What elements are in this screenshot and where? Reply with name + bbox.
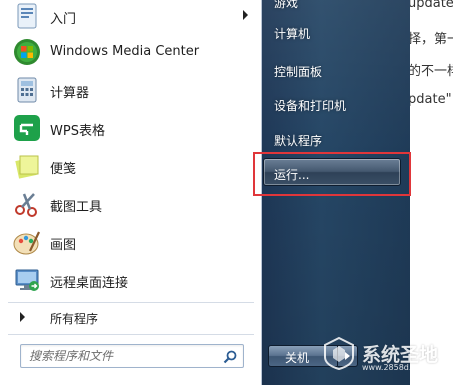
program-item-remote-desktop[interactable]: 远程桌面连接 — [4, 262, 256, 298]
wps-spreadsheet-icon — [12, 113, 42, 143]
start-menu-programs-pane: 入门 Windows Media Center 计算器 WPS表格 便笺 截图工… — [0, 0, 262, 385]
doc-line: update — [408, 0, 453, 11]
all-programs-button[interactable]: 所有程序 — [4, 304, 256, 330]
program-item-sticky-notes[interactable]: 便笺 — [4, 148, 256, 184]
divider — [8, 302, 254, 303]
snipping-tool-icon — [12, 189, 42, 219]
program-label: 截图工具 — [50, 200, 103, 215]
remote-desktop-icon — [12, 265, 42, 295]
place-item-default-programs[interactable]: 默认程序 — [274, 132, 322, 149]
doc-line: 的不一样 — [408, 64, 453, 79]
program-label: WPS表格 — [50, 124, 105, 139]
program-label: 便笺 — [50, 162, 77, 177]
sticky-notes-icon — [12, 151, 42, 181]
calculator-icon — [12, 75, 42, 105]
all-programs-label: 所有程序 — [50, 312, 99, 326]
windows-media-center-icon — [12, 37, 42, 67]
watermark: 系统圣地 www.2858d.com — [312, 330, 453, 385]
highlight-annotation-box — [253, 152, 411, 196]
place-item-devices-printers[interactable]: 设备和打印机 — [274, 97, 346, 114]
search-box[interactable] — [20, 344, 244, 368]
program-item-wps-spreadsheet[interactable]: WPS表格 — [4, 110, 256, 146]
program-label: 入门 — [50, 12, 77, 27]
place-item-computer[interactable]: 计算机 — [274, 25, 310, 42]
program-label: Windows Media Center — [50, 44, 200, 59]
program-label: 远程桌面连接 — [50, 276, 129, 291]
shutdown-label: 关机 — [285, 351, 310, 365]
divider — [8, 334, 254, 335]
submenu-arrow-icon — [243, 10, 248, 20]
program-item-getting-started[interactable]: 入门 — [4, 0, 256, 34]
place-item-control-panel[interactable]: 控制面板 — [274, 63, 322, 80]
search-icon[interactable] — [223, 349, 237, 364]
doc-line: pdate" — [408, 92, 452, 107]
getting-started-icon — [12, 1, 42, 31]
paint-icon — [12, 227, 42, 257]
program-item-windows-media-center[interactable]: Windows Media Center — [4, 34, 256, 70]
expand-arrow-icon — [20, 312, 25, 322]
doc-line: 择，第一 — [408, 32, 453, 47]
program-item-calculator[interactable]: 计算器 — [4, 72, 256, 108]
search-input[interactable] — [29, 347, 219, 365]
program-item-paint[interactable]: 画图 — [4, 224, 256, 260]
watermark-logo-icon — [322, 336, 356, 371]
program-label: 计算器 — [50, 86, 90, 101]
watermark-url: www.2858d.com — [362, 363, 429, 372]
program-item-snipping-tool[interactable]: 截图工具 — [4, 186, 256, 222]
place-item-games[interactable]: 游戏 — [274, 0, 298, 11]
program-label: 画图 — [50, 238, 77, 253]
